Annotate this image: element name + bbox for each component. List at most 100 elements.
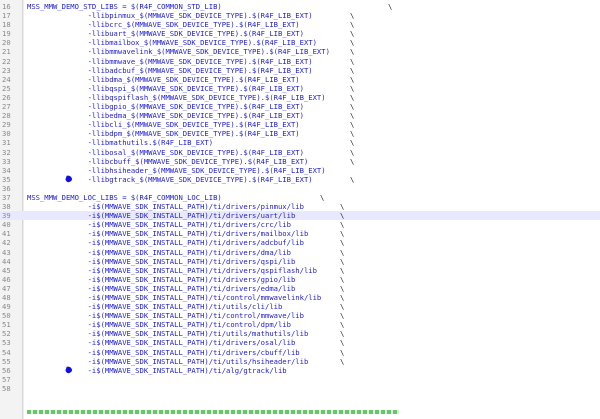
- code-text[interactable]: -i$(MMWAVE_SDK_INSTALL_PATH)/ti/utils/hs…: [27, 357, 309, 366]
- code-text[interactable]: -i$(MMWAVE_SDK_INSTALL_PATH)/ti/control/…: [27, 311, 304, 320]
- code-line[interactable]: 42 -i$(MMWAVE_SDK_INSTALL_PATH)/ti/drive…: [0, 238, 600, 247]
- line-number: 22: [2, 56, 11, 66]
- code-line[interactable]: 57: [0, 375, 600, 384]
- code-line[interactable]: 47 -i$(MMWAVE_SDK_INSTALL_PATH)/ti/drive…: [0, 284, 600, 293]
- line-number: 24: [2, 74, 11, 84]
- code-line[interactable]: 38 -i$(MMWAVE_SDK_INSTALL_PATH)/ti/drive…: [0, 202, 600, 211]
- code-line[interactable]: 20 -llibmailbox_$(MMWAVE_SDK_DEVICE_TYPE…: [0, 38, 600, 47]
- code-line[interactable]: 26 -llibqspiflash_$(MMWAVE_SDK_DEVICE_TY…: [0, 93, 600, 102]
- code-text[interactable]: -i$(MMWAVE_SDK_INSTALL_PATH)/ti/drivers/…: [27, 348, 300, 357]
- code-text[interactable]: -llibdpm_$(MMWAVE_SDK_DEVICE_TYPE).$(R4F…: [27, 129, 300, 138]
- code-text[interactable]: -llibuart_$(MMWAVE_SDK_DEVICE_TYPE).$(R4…: [27, 29, 304, 38]
- code-text[interactable]: -i$(MMWAVE_SDK_INSTALL_PATH)/ti/drivers/…: [27, 220, 291, 229]
- code-text[interactable]: -llibhsiheader_$(MMWAVE_SDK_DEVICE_TYPE)…: [27, 166, 326, 175]
- code-line[interactable]: 19 -llibuart_$(MMWAVE_SDK_DEVICE_TYPE).$…: [0, 29, 600, 38]
- code-line[interactable]: 39 -i$(MMWAVE_SDK_INSTALL_PATH)/ti/drive…: [0, 211, 600, 221]
- code-line[interactable]: 35 -llibgtrack_$(MMWAVE_SDK_DEVICE_TYPE)…: [0, 175, 600, 184]
- code-line[interactable]: 28 -llibedma_$(MMWAVE_SDK_DEVICE_TYPE).$…: [0, 111, 600, 120]
- code-line[interactable]: 22 -llibmmwave_$(MMWAVE_SDK_DEVICE_TYPE)…: [0, 57, 600, 66]
- code-line[interactable]: 32 -llibosal_$(MMWAVE_SDK_DEVICE_TYPE).$…: [0, 148, 600, 157]
- code-text[interactable]: -i$(MMWAVE_SDK_INSTALL_PATH)/ti/drivers/…: [27, 266, 317, 275]
- code-text[interactable]: -i$(MMWAVE_SDK_INSTALL_PATH)/ti/control/…: [27, 293, 322, 302]
- line-number: 32: [2, 147, 11, 157]
- code-text[interactable]: -i$(MMWAVE_SDK_INSTALL_PATH)/ti/drivers/…: [27, 211, 296, 220]
- code-text[interactable]: -llibpinmux_$(MMWAVE_SDK_DEVICE_TYPE).$(…: [27, 11, 313, 20]
- code-line[interactable]: 37 MSS_MMW_DEMO_LOC_LIBS = $(R4F_COMMON_L…: [0, 193, 600, 202]
- code-line[interactable]: 23 -llibadcbuf_$(MMWAVE_SDK_DEVICE_TYPE)…: [0, 66, 600, 75]
- code-text[interactable]: -llibcli_$(MMWAVE_SDK_DEVICE_TYPE).$(R4F…: [27, 120, 300, 129]
- line-number: 41: [2, 229, 11, 239]
- code-line[interactable]: 53 -i$(MMWAVE_SDK_INSTALL_PATH)/ti/drive…: [0, 338, 600, 347]
- code-text[interactable]: -llibqspi_$(MMWAVE_SDK_DEVICE_TYPE).$(R4…: [27, 84, 304, 93]
- code-line[interactable]: 43 -i$(MMWAVE_SDK_INSTALL_PATH)/ti/drive…: [0, 248, 600, 257]
- line-number: 26: [2, 92, 11, 102]
- code-text[interactable]: -llibadcbuf_$(MMWAVE_SDK_DEVICE_TYPE).$(…: [27, 66, 313, 75]
- code-text[interactable]: -llibedma_$(MMWAVE_SDK_DEVICE_TYPE).$(R4…: [27, 111, 304, 120]
- code-text[interactable]: -llibmathutils.$(R4F_LIB_EXT): [27, 138, 214, 147]
- line-number: 42: [2, 238, 11, 248]
- code-text[interactable]: -i$(MMWAVE_SDK_INSTALL_PATH)/ti/drivers/…: [27, 338, 296, 347]
- code-line[interactable]: 40 -i$(MMWAVE_SDK_INSTALL_PATH)/ti/drive…: [0, 220, 600, 229]
- code-text[interactable]: -llibmailbox_$(MMWAVE_SDK_DEVICE_TYPE).$…: [27, 38, 317, 47]
- code-text[interactable]: -llibmmwave_$(MMWAVE_SDK_DEVICE_TYPE).$(…: [27, 57, 313, 66]
- code-line[interactable]: 46 -i$(MMWAVE_SDK_INSTALL_PATH)/ti/drive…: [0, 275, 600, 284]
- code-text[interactable]: -i$(MMWAVE_SDK_INSTALL_PATH)/ti/drivers/…: [27, 229, 309, 238]
- code-text[interactable]: -i$(MMWAVE_SDK_INSTALL_PATH)/ti/drivers/…: [27, 248, 291, 257]
- code-line[interactable]: 29 -llibcli_$(MMWAVE_SDK_DEVICE_TYPE).$(…: [0, 120, 600, 129]
- code-text[interactable]: -llibgpio_$(MMWAVE_SDK_DEVICE_TYPE).$(R4…: [27, 102, 304, 111]
- code-text[interactable]: -i$(MMWAVE_SDK_INSTALL_PATH)/ti/drivers/…: [27, 257, 296, 266]
- code-line[interactable]: 30 -llibdpm_$(MMWAVE_SDK_DEVICE_TYPE).$(…: [0, 129, 600, 138]
- line-continuation: \: [340, 274, 345, 284]
- code-editor[interactable]: 16 MSS_MMW_DEMO_STD_LIBS = $(R4F_COMMON_S…: [0, 0, 600, 419]
- code-line[interactable]: 56 -i$(MMWAVE_SDK_INSTALL_PATH)/ti/alg/g…: [0, 366, 600, 375]
- line-continuation: \: [340, 329, 345, 339]
- line-number: 21: [2, 47, 11, 57]
- code-text[interactable]: MSS_MMW_DEMO_LOC_LIBS = $(R4F_COMMON_LOC…: [27, 193, 222, 202]
- code-line[interactable]: 48 -i$(MMWAVE_SDK_INSTALL_PATH)/ti/contr…: [0, 293, 600, 302]
- code-line[interactable]: 24 -llibdma_$(MMWAVE_SDK_DEVICE_TYPE).$(…: [0, 75, 600, 84]
- code-text[interactable]: -llibqspiflash_$(MMWAVE_SDK_DEVICE_TYPE)…: [27, 93, 326, 102]
- code-text[interactable]: -i$(MMWAVE_SDK_INSTALL_PATH)/ti/drivers/…: [27, 284, 296, 293]
- code-line[interactable]: 21 -llibmmwavelink_$(MMWAVE_SDK_DEVICE_T…: [0, 47, 600, 56]
- code-text[interactable]: -i$(MMWAVE_SDK_INSTALL_PATH)/ti/control/…: [27, 320, 291, 329]
- code-text[interactable]: -llibosal_$(MMWAVE_SDK_DEVICE_TYPE).$(R4…: [27, 148, 304, 157]
- line-number: 44: [2, 256, 11, 266]
- code-line[interactable]: 33 -llibcbuff_$(MMWAVE_SDK_DEVICE_TYPE).…: [0, 157, 600, 166]
- code-line[interactable]: 50 -i$(MMWAVE_SDK_INSTALL_PATH)/ti/contr…: [0, 311, 600, 320]
- code-line[interactable]: 18 -llibcrc_$(MMWAVE_SDK_DEVICE_TYPE).$(…: [0, 20, 600, 29]
- code-line[interactable]: 31 -llibmathutils.$(R4F_LIB_EXT) \: [0, 138, 600, 147]
- code-text[interactable]: -llibdma_$(MMWAVE_SDK_DEVICE_TYPE).$(R4F…: [27, 75, 300, 84]
- code-line[interactable]: 16 MSS_MMW_DEMO_STD_LIBS = $(R4F_COMMON_S…: [0, 2, 600, 11]
- code-line[interactable]: 45 -i$(MMWAVE_SDK_INSTALL_PATH)/ti/drive…: [0, 266, 600, 275]
- code-line[interactable]: 51 -i$(MMWAVE_SDK_INSTALL_PATH)/ti/contr…: [0, 320, 600, 329]
- code-line[interactable]: 41 -i$(MMWAVE_SDK_INSTALL_PATH)/ti/drive…: [0, 229, 600, 238]
- line-continuation: \: [350, 20, 355, 30]
- code-text[interactable]: -llibcbuff_$(MMWAVE_SDK_DEVICE_TYPE).$(R…: [27, 157, 309, 166]
- code-line[interactable]: 52 -i$(MMWAVE_SDK_INSTALL_PATH)/ti/utils…: [0, 329, 600, 338]
- code-line[interactable]: 25 -llibqspi_$(MMWAVE_SDK_DEVICE_TYPE).$…: [0, 84, 600, 93]
- code-line[interactable]: 49 -i$(MMWAVE_SDK_INSTALL_PATH)/ti/utils…: [0, 302, 600, 311]
- code-text[interactable]: -i$(MMWAVE_SDK_INSTALL_PATH)/ti/drivers/…: [27, 275, 296, 284]
- line-continuation: \: [320, 192, 325, 202]
- code-text[interactable]: -i$(MMWAVE_SDK_INSTALL_PATH)/ti/drivers/…: [27, 238, 304, 247]
- code-text[interactable]: -i$(MMWAVE_SDK_INSTALL_PATH)/ti/utils/ma…: [27, 329, 309, 338]
- code-line[interactable]: 36: [0, 184, 600, 193]
- code-text[interactable]: MSS_MMW_DEMO_STD_LIBS = $(R4F_COMMON_STD…: [27, 2, 222, 11]
- code-text[interactable]: -i$(MMWAVE_SDK_INSTALL_PATH)/ti/utils/cl…: [27, 302, 283, 311]
- code-line[interactable]: 44 -i$(MMWAVE_SDK_INSTALL_PATH)/ti/drive…: [0, 257, 600, 266]
- bookmark-blob-icon[interactable]: [65, 366, 73, 374]
- line-number: 31: [2, 138, 11, 148]
- code-line[interactable]: 54 -i$(MMWAVE_SDK_INSTALL_PATH)/ti/drive…: [0, 348, 600, 357]
- line-continuation: \: [340, 265, 345, 275]
- code-line[interactable]: 34 -llibhsiheader_$(MMWAVE_SDK_DEVICE_TY…: [0, 166, 600, 175]
- code-line[interactable]: 58: [0, 384, 600, 393]
- code-text[interactable]: -i$(MMWAVE_SDK_INSTALL_PATH)/ti/drivers/…: [27, 202, 304, 211]
- bookmark-blob-icon[interactable]: [65, 175, 73, 183]
- line-continuation: \: [340, 211, 345, 221]
- code-line[interactable]: 27 -llibgpio_$(MMWAVE_SDK_DEVICE_TYPE).$…: [0, 102, 600, 111]
- code-text[interactable]: -llibcrc_$(MMWAVE_SDK_DEVICE_TYPE).$(R4F…: [27, 20, 300, 29]
- code-lines[interactable]: 16 MSS_MMW_DEMO_STD_LIBS = $(R4F_COMMON_S…: [0, 2, 600, 393]
- code-text[interactable]: -llibmmwavelink_$(MMWAVE_SDK_DEVICE_TYPE…: [27, 47, 330, 56]
- code-line[interactable]: 55 -i$(MMWAVE_SDK_INSTALL_PATH)/ti/utils…: [0, 357, 600, 366]
- code-line[interactable]: 17 -llibpinmux_$(MMWAVE_SDK_DEVICE_TYPE)…: [0, 11, 600, 20]
